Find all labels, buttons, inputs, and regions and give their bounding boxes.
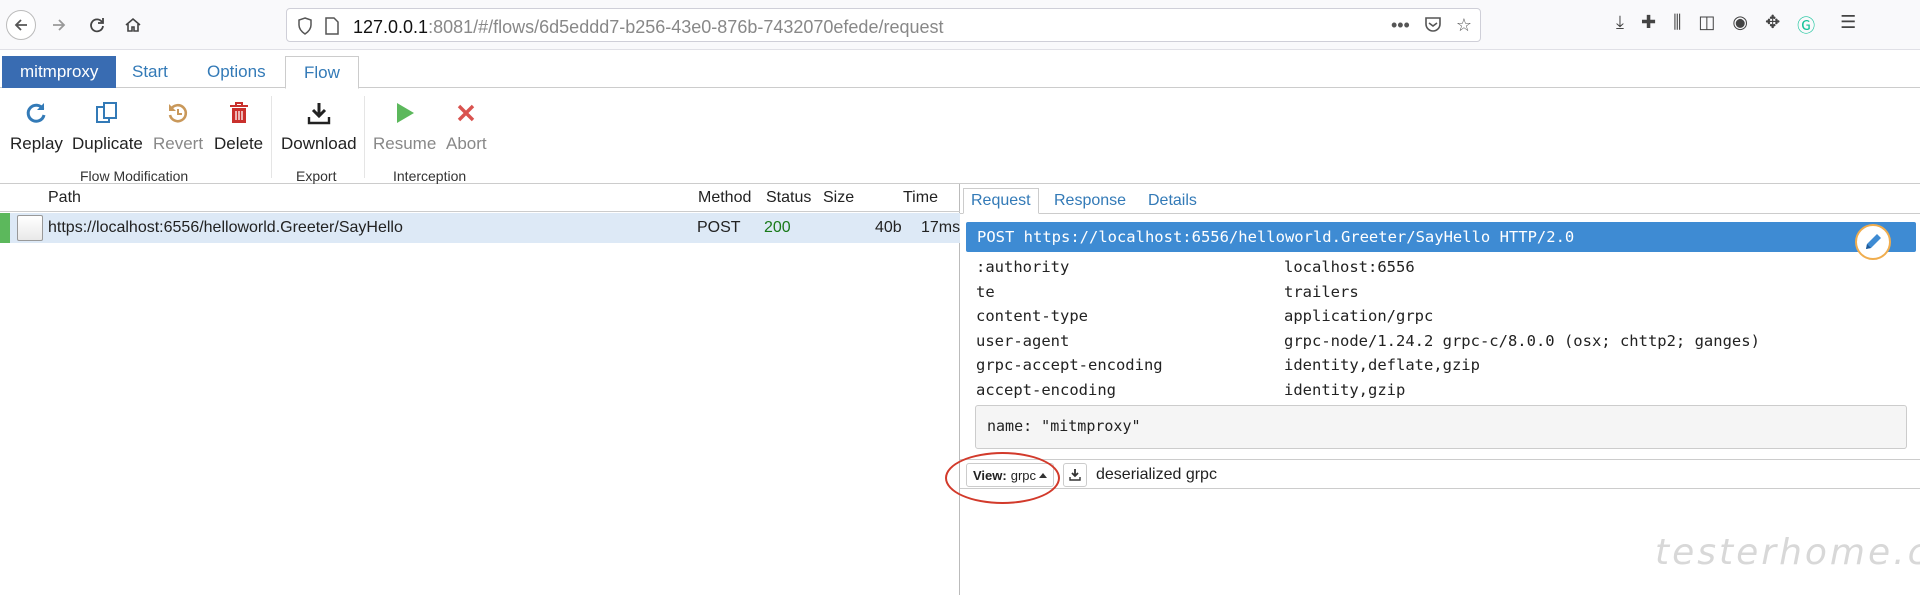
table-row[interactable]: https://localhost:6556/helloworld.Greete…	[0, 213, 960, 243]
arrow-left-icon	[14, 19, 27, 31]
url-bar[interactable]: 127.0.0.1:8081/#/flows/6d5eddd7-b256-43e…	[286, 8, 1481, 42]
flow-table: Path Method Status Size Time https://loc…	[0, 184, 960, 595]
play-icon	[396, 103, 414, 123]
revert-button[interactable]: Revert	[153, 98, 203, 154]
tab-response[interactable]: Response	[1047, 188, 1133, 214]
tab-mitmproxy[interactable]: mitmproxy	[2, 56, 117, 88]
reload-icon	[90, 18, 104, 33]
flow-marker	[0, 213, 10, 243]
forward-button[interactable]	[44, 10, 74, 40]
file-icon	[17, 215, 43, 241]
browser-toolbar: 127.0.0.1:8081/#/flows/6d5eddd7-b256-43e…	[0, 0, 1920, 50]
sidebar-icon[interactable]: ◫	[1698, 12, 1715, 38]
header-row[interactable]: content-type application/grpc	[976, 305, 1876, 330]
content-view-bar: View: grpc deserialized grpc	[960, 459, 1920, 489]
replay-icon	[27, 103, 46, 123]
home-button[interactable]	[118, 10, 148, 40]
header-row[interactable]: te trailers	[976, 281, 1876, 306]
flow-ribbon: Replay Duplicate Revert Delete Download …	[0, 88, 1920, 184]
downloads-icon[interactable]: ⤓	[1616, 12, 1624, 38]
header-row[interactable]: grpc-accept-encoding identity,deflate,gzi…	[976, 354, 1876, 379]
revert-icon	[168, 103, 188, 123]
detail-tabs: Request Response Details	[960, 184, 1920, 214]
library-icon[interactable]: ⫼	[1673, 12, 1681, 38]
bookmark-star-icon[interactable]: ☆	[1456, 15, 1472, 38]
group-label-flow-modification: Flow Modification	[80, 168, 189, 184]
back-button[interactable]	[6, 10, 36, 40]
request-headers: :authority localhost:6556 te trailers cont…	[976, 256, 1876, 403]
move-icon[interactable]: ✥	[1765, 12, 1780, 38]
more-actions-icon[interactable]: •••	[1391, 15, 1410, 38]
grammarly-icon[interactable]: Ⓖ	[1797, 12, 1815, 38]
watermark: testerhome.com	[1655, 532, 1920, 573]
replay-button[interactable]: Replay	[10, 98, 63, 154]
download-button[interactable]: Download	[281, 98, 357, 154]
group-label-interception: Interception	[393, 168, 467, 184]
abort-button[interactable]: Abort	[446, 98, 487, 154]
tab-details[interactable]: Details	[1141, 188, 1204, 214]
group-label-export: Export	[296, 168, 337, 184]
flow-size: 40b	[875, 219, 902, 236]
edit-button[interactable]	[1855, 224, 1891, 260]
annotation-ellipse	[945, 452, 1060, 504]
tab-flow[interactable]: Flow	[285, 56, 359, 89]
arrow-right-icon	[53, 19, 66, 31]
column-status[interactable]: Status	[766, 189, 811, 207]
resume-button[interactable]: Resume	[373, 98, 436, 154]
header-row[interactable]: accept-encoding identity,gzip	[976, 379, 1876, 404]
flow-method: POST	[697, 219, 741, 236]
download-body-button[interactable]	[1063, 463, 1087, 487]
reload-button[interactable]	[82, 10, 112, 40]
trash-icon	[229, 102, 248, 123]
pencil-icon	[1866, 234, 1881, 249]
tab-options[interactable]: Options	[189, 56, 284, 88]
view-description: deserialized grpc	[1096, 466, 1217, 483]
tab-start[interactable]: Start	[114, 56, 186, 88]
times-icon	[458, 104, 475, 122]
column-time[interactable]: Time	[903, 189, 938, 207]
shield-icon	[298, 17, 312, 35]
header-row[interactable]: user-agent grpc-node/1.24.2 grpc-c/8.0.0 …	[976, 330, 1876, 355]
column-size[interactable]: Size	[823, 189, 854, 207]
flow-path: https://localhost:6556/helloworld.Greete…	[48, 219, 403, 236]
download-icon	[1069, 469, 1081, 481]
request-body[interactable]: name: "mitmproxy"	[975, 405, 1907, 449]
flow-status: 200	[764, 219, 791, 236]
duplicate-icon	[96, 102, 118, 123]
tab-request[interactable]: Request	[963, 188, 1039, 214]
download-icon	[307, 103, 330, 125]
flow-table-header: Path Method Status Size Time	[0, 184, 960, 212]
column-method[interactable]: Method	[698, 189, 751, 207]
page-icon	[325, 17, 339, 35]
delete-button[interactable]: Delete	[214, 98, 263, 154]
menu-icon[interactable]: ☰	[1840, 12, 1856, 38]
flow-time: 17ms	[921, 219, 961, 236]
account-icon[interactable]: ◉	[1732, 12, 1748, 38]
url-text: 127.0.0.1:8081/#/flows/6d5eddd7-b256-43e…	[353, 17, 944, 37]
request-line[interactable]: POST https://localhost:6556/helloworld.G…	[966, 222, 1916, 252]
extensions-icon[interactable]: ✚	[1641, 12, 1656, 38]
home-icon	[125, 17, 141, 32]
duplicate-button[interactable]: Duplicate	[72, 98, 143, 154]
column-path[interactable]: Path	[48, 189, 81, 207]
header-row[interactable]: :authority localhost:6556	[976, 256, 1876, 281]
pocket-icon[interactable]	[1424, 15, 1442, 38]
main-tabs: mitmproxy Start Options Flow	[0, 50, 1920, 89]
